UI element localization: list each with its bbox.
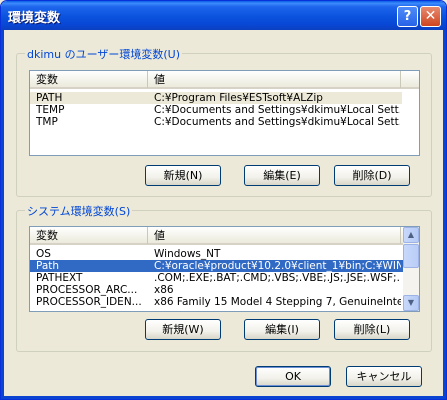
environment-variables-dialog: 環境変数 ? ✕ dkimu のユーザー環境変数(U) 変数 値 PATH C:… <box>0 0 447 400</box>
system-variables-title: システム環境変数(S) <box>25 203 133 219</box>
system-variables-list[interactable]: 変数 値 OS Windows_NT Path C:¥oracle¥produc… <box>29 226 420 312</box>
variable-value: x86 <box>154 284 174 296</box>
table-row[interactable]: TEMP C:¥Documents and Settings¥dkimu¥Loc… <box>30 104 402 116</box>
system-new-button[interactable]: 新規(W) <box>145 319 221 340</box>
variable-name: PROCESSOR_ARC... <box>36 284 138 296</box>
column-header-variable[interactable]: 変数 <box>30 71 148 88</box>
help-button[interactable]: ? <box>397 6 418 27</box>
user-variables-title: dkimu のユーザー環境変数(U) <box>25 46 183 62</box>
window-border-right <box>443 30 446 399</box>
column-header-variable[interactable]: 変数 <box>30 227 148 244</box>
vertical-scrollbar[interactable]: ▲ ▼ <box>403 227 419 311</box>
variable-name: PROCESSOR_IDEN... <box>36 296 142 308</box>
variable-value: x86 Family 15 Model 4 Stepping 7, Genuin… <box>154 296 401 308</box>
user-new-button[interactable]: 新規(N) <box>145 165 221 186</box>
title-bar[interactable]: 環境変数 ? ✕ <box>1 1 446 30</box>
column-header-value[interactable]: 値 <box>148 227 401 244</box>
cancel-button[interactable]: キャンセル <box>346 366 422 387</box>
variable-value: Windows_NT <box>154 248 221 260</box>
user-edit-button[interactable]: 編集(E) <box>244 165 320 186</box>
variable-name: Path <box>36 260 60 272</box>
user-variables-list[interactable]: 変数 値 PATH C:¥Program Files¥ESTsoft¥ALZip… <box>29 70 420 156</box>
table-row[interactable]: PROCESSOR_IDEN... x86 Family 15 Model 4 … <box>30 296 403 308</box>
variable-name: OS <box>36 248 51 260</box>
variable-value: C:¥Program Files¥ESTsoft¥ALZip <box>154 92 323 104</box>
table-row[interactable]: PROCESSOR_ARC... x86 <box>30 284 403 296</box>
ok-button[interactable]: OK <box>255 366 331 387</box>
variable-value: C:¥Documents and Settings¥dkimu¥Local Se… <box>154 116 400 128</box>
window-border-left <box>1 30 4 399</box>
variable-value: C:¥Documents and Settings¥dkimu¥Local Se… <box>154 104 400 116</box>
variable-name: TMP <box>36 116 58 128</box>
window-title: 環境変数 <box>8 11 61 26</box>
variable-value: C:¥oracle¥product¥10.2.0¥client_1¥bin;C:… <box>154 260 401 272</box>
list-header: 変数 値 <box>30 71 419 89</box>
variable-name: PATH <box>36 92 63 104</box>
table-row[interactable]: PATHEXT .COM;.EXE;.BAT;.CMD;.VBS;.VBE;.J… <box>30 272 403 284</box>
variable-name: PATHEXT <box>36 272 83 284</box>
table-row[interactable]: PATH C:¥Program Files¥ESTsoft¥ALZip <box>30 92 402 104</box>
system-edit-button[interactable]: 編集(I) <box>244 319 320 340</box>
column-header-value[interactable]: 値 <box>148 71 401 88</box>
table-row[interactable]: Path C:¥oracle¥product¥10.2.0¥client_1¥b… <box>30 260 403 272</box>
user-delete-button[interactable]: 削除(D) <box>334 165 410 186</box>
window-border-bottom <box>1 396 446 399</box>
system-delete-button[interactable]: 削除(L) <box>334 319 410 340</box>
table-row[interactable]: OS Windows_NT <box>30 248 403 260</box>
list-header: 変数 値 <box>30 227 403 245</box>
scroll-up-arrow-icon[interactable]: ▲ <box>403 227 419 243</box>
variable-value: .COM;.EXE;.BAT;.CMD;.VBS;.VBE;.JS;.JSE;.… <box>154 272 401 284</box>
variable-name: TEMP <box>36 104 65 116</box>
table-row[interactable]: TMP C:¥Documents and Settings¥dkimu¥Loca… <box>30 116 402 128</box>
scroll-down-arrow-icon[interactable]: ▼ <box>403 295 419 311</box>
close-button[interactable]: ✕ <box>420 6 441 27</box>
scrollbar-thumb[interactable] <box>403 244 419 268</box>
